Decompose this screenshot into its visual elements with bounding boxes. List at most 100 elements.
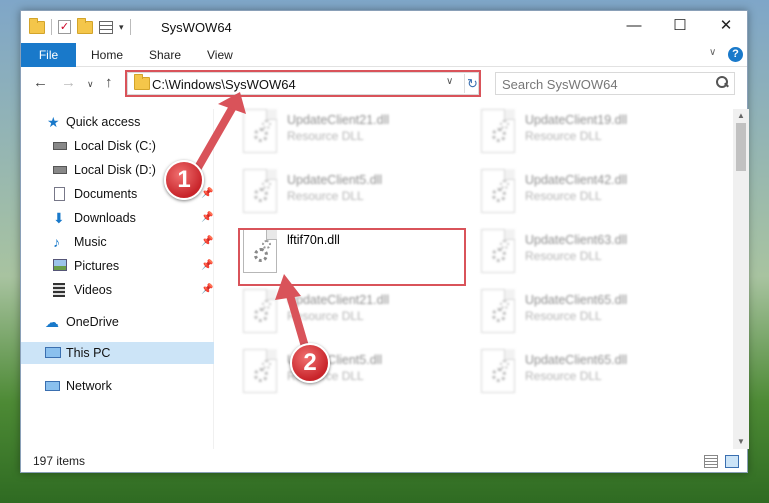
file-item[interactable]: UpdateClient19.dll Resource DLL: [477, 109, 707, 159]
file-name: UpdateClient21.dll: [287, 293, 390, 307]
search-placeholder: Search SysWOW64: [502, 77, 618, 92]
scroll-down-icon[interactable]: ▼: [733, 435, 749, 449]
sidebar-item-label: Quick access: [66, 115, 141, 129]
file-type: Resource DLL: [525, 189, 602, 203]
drive-icon: [53, 142, 67, 150]
folder-icon: [134, 74, 150, 90]
dll-file-icon: [243, 169, 277, 213]
file-item[interactable]: UpdateClient65.dll Resource DLL: [477, 349, 707, 399]
scroll-up-icon[interactable]: ▲: [733, 109, 749, 123]
sidebar-item-onedrive[interactable]: ☁ OneDrive: [21, 311, 214, 333]
tab-file[interactable]: File: [21, 43, 76, 67]
tab-home[interactable]: Home: [91, 43, 123, 67]
search-input[interactable]: Search SysWOW64: [495, 72, 735, 95]
file-item[interactable]: UpdateClient63.dll Resource DLL: [477, 229, 707, 279]
file-item[interactable]: UpdateClient21.dll Resource DLL: [239, 109, 469, 159]
pin-icon[interactable]: 📌: [201, 231, 213, 253]
maximize-button[interactable]: ☐: [657, 11, 703, 41]
customize-dropdown-icon[interactable]: ▾: [119, 22, 124, 33]
ribbon-tabs: File Home Share View ∨ ?: [21, 43, 747, 67]
file-name: UpdateClient21.dll: [287, 113, 390, 127]
scrollbar-thumb[interactable]: [736, 123, 746, 171]
sidebar-item-music[interactable]: ♪ Music 📌: [21, 231, 214, 253]
file-name: UpdateClient65.dll: [525, 353, 628, 367]
cloud-icon: ☁: [45, 314, 59, 330]
sidebar-item-label: Music: [74, 235, 107, 249]
properties-icon[interactable]: [99, 20, 113, 34]
file-type: Resource DLL: [525, 129, 602, 143]
sidebar-item-quick-access[interactable]: ★ Quick access: [21, 111, 214, 133]
sidebar-item-label: This PC: [66, 346, 111, 360]
sidebar-item-label: OneDrive: [66, 315, 119, 329]
sidebar-item-label: Local Disk (D:): [74, 163, 156, 177]
minimize-button[interactable]: —: [611, 11, 657, 41]
divider: [51, 19, 52, 35]
tab-share[interactable]: Share: [149, 43, 181, 67]
divider: [129, 19, 131, 35]
close-button[interactable]: ✕: [703, 11, 749, 41]
address-bar[interactable]: C:\Windows\SysWOW64 ∨ ↻: [127, 72, 479, 95]
step-1-badge: 1: [164, 160, 204, 200]
file-name: UpdateClient5.dll: [287, 173, 383, 187]
sidebar-item-pictures[interactable]: Pictures 📌: [21, 255, 214, 277]
pin-icon[interactable]: 📌: [201, 255, 213, 277]
window-title: SysWOW64: [161, 20, 232, 35]
drive-icon: [53, 166, 67, 174]
music-icon: ♪: [53, 234, 60, 250]
dll-file-icon: [243, 289, 277, 333]
dll-file-icon: [481, 289, 515, 333]
dll-file-icon: [481, 109, 515, 153]
file-name: UpdateClient42.dll: [525, 173, 628, 187]
vertical-scrollbar[interactable]: ▲ ▼: [733, 109, 749, 449]
recent-locations-icon[interactable]: ∨: [87, 79, 94, 90]
properties-check-icon[interactable]: ✓: [58, 20, 71, 34]
sidebar-item-network[interactable]: Network: [21, 375, 214, 397]
dll-file-icon: [481, 169, 515, 213]
videos-icon: [53, 283, 65, 297]
sidebar-item-videos[interactable]: Videos 📌: [21, 279, 214, 301]
star-icon: ★: [47, 114, 60, 130]
dll-file-icon: [481, 349, 515, 393]
network-icon: [45, 381, 60, 391]
target-file-highlight-box: [238, 228, 466, 286]
forward-arrow-icon[interactable]: →: [61, 74, 76, 91]
file-item[interactable]: UpdateClient42.dll Resource DLL: [477, 169, 707, 219]
large-icons-view-icon[interactable]: [725, 455, 739, 468]
tab-view[interactable]: View: [207, 43, 233, 67]
details-view-icon[interactable]: [704, 455, 718, 468]
search-icon[interactable]: [716, 76, 728, 88]
pin-icon[interactable]: 📌: [201, 279, 213, 301]
file-item[interactable]: UpdateClient65.dll Resource DLL: [477, 289, 707, 339]
pictures-icon: [53, 259, 67, 271]
sidebar-item-local-disk-c[interactable]: Local Disk (C:): [21, 135, 214, 157]
up-arrow-icon[interactable]: ↑: [105, 74, 113, 91]
sidebar-item-label: Videos: [74, 283, 112, 297]
file-item[interactable]: UpdateClient21.dll Resource DLL: [239, 289, 469, 339]
expand-ribbon-icon[interactable]: ∨: [709, 47, 716, 58]
file-item[interactable]: UpdateClient5.dll Resource DLL: [239, 349, 469, 399]
documents-icon: [54, 187, 65, 201]
folder-icon: [29, 17, 45, 34]
dll-file-icon: [243, 349, 277, 393]
monitor-icon: [45, 347, 61, 358]
downloads-icon: ⬇: [53, 210, 65, 226]
pin-icon[interactable]: 📌: [201, 207, 213, 229]
refresh-icon[interactable]: ↻: [464, 74, 480, 93]
dll-file-icon: [481, 229, 515, 273]
quick-access-toolbar: ✓ ▾: [29, 17, 131, 35]
sidebar-item-this-pc[interactable]: This PC: [21, 342, 214, 364]
back-arrow-icon[interactable]: ←: [33, 74, 48, 91]
file-type: Resource DLL: [525, 369, 602, 383]
help-icon[interactable]: ?: [728, 47, 743, 62]
file-name: UpdateClient19.dll: [525, 113, 628, 127]
file-type: Resource DLL: [525, 249, 602, 263]
sidebar-item-downloads[interactable]: ⬇ Downloads 📌: [21, 207, 214, 229]
address-history-chevron-icon[interactable]: ∨: [446, 76, 453, 87]
file-type: Resource DLL: [287, 309, 364, 323]
sidebar-item-label: Local Disk (C:): [74, 139, 156, 153]
address-path[interactable]: C:\Windows\SysWOW64: [152, 77, 296, 92]
file-type: Resource DLL: [287, 189, 364, 203]
step-2-badge: 2: [290, 343, 330, 383]
file-item[interactable]: UpdateClient5.dll Resource DLL: [239, 169, 469, 219]
new-folder-icon[interactable]: [77, 17, 93, 34]
